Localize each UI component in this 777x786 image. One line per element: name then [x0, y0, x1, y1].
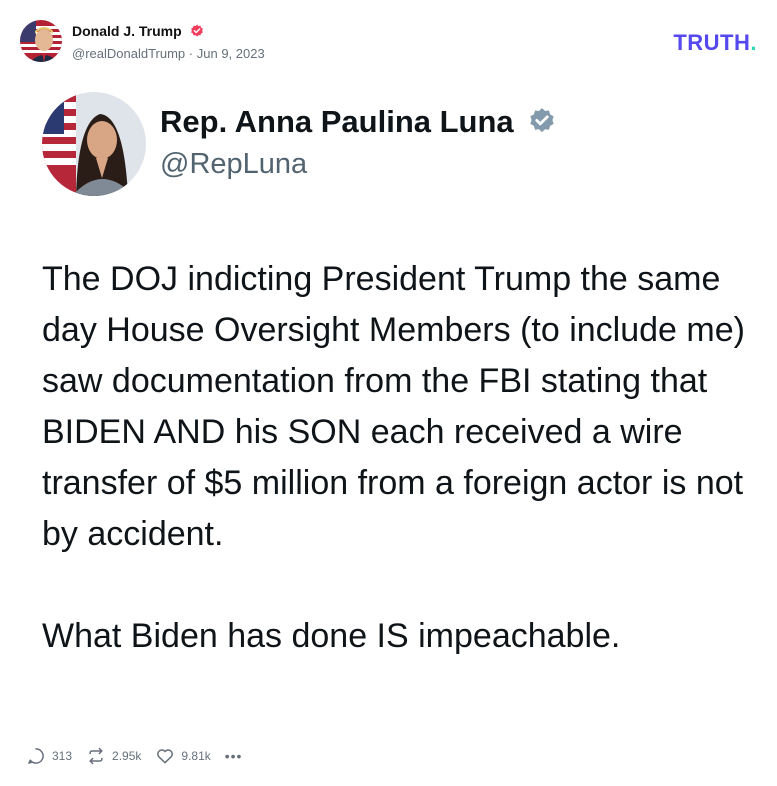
post-date[interactable]: Jun 9, 2023 [197, 46, 265, 61]
like-icon [157, 749, 174, 764]
embedded-name: Rep. Anna Paulina Luna [160, 104, 556, 143]
author-meta: @realDonaldTrump · Jun 9, 2023 [72, 46, 265, 61]
more-icon: ••• [224, 748, 243, 764]
embedded-verified-icon [528, 107, 556, 143]
retruth-count: 2.95k [112, 749, 142, 763]
embedded-avatar-image [42, 92, 146, 196]
like-count: 9.81k [181, 749, 211, 763]
meta-separator: · [188, 46, 194, 61]
author-avatar-image [20, 20, 62, 62]
author-handle[interactable]: @realDonaldTrump [72, 46, 185, 61]
truth-logo[interactable]: TRUTH. [673, 30, 757, 56]
reply-count: 313 [52, 749, 73, 763]
tweet-paragraph-2: What Biden has done IS impeachable. [42, 617, 621, 655]
embedded-avatar [42, 92, 146, 196]
brand-text: TRUTH [673, 30, 751, 55]
author-name[interactable]: Donald J. Trump [72, 23, 204, 41]
embedded-tweet-text: The DOJ indicting President Trump the sa… [42, 254, 762, 662]
post-actions: 313 2.95k 9.81k ••• [26, 744, 256, 768]
post-header: Donald J. Trump @realDonaldTrump · Jun 9… [20, 20, 757, 64]
retruth-icon [89, 747, 103, 765]
tweet-paragraph-1: The DOJ indicting President Trump the sa… [42, 260, 745, 553]
like-button[interactable]: 9.81k [155, 746, 211, 766]
author-name-text: Donald J. Trump [72, 23, 182, 39]
author-avatar[interactable] [20, 20, 62, 62]
verified-badge-icon [190, 24, 204, 41]
embedded-name-text: Rep. Anna Paulina Luna [160, 104, 514, 139]
reply-button[interactable]: 313 [26, 746, 72, 766]
more-button[interactable]: ••• [225, 748, 243, 764]
embedded-handle: @RepLuna [160, 148, 308, 180]
reply-icon [28, 748, 44, 764]
brand-dot: . [750, 30, 757, 55]
retruth-button[interactable]: 2.95k [86, 746, 141, 766]
